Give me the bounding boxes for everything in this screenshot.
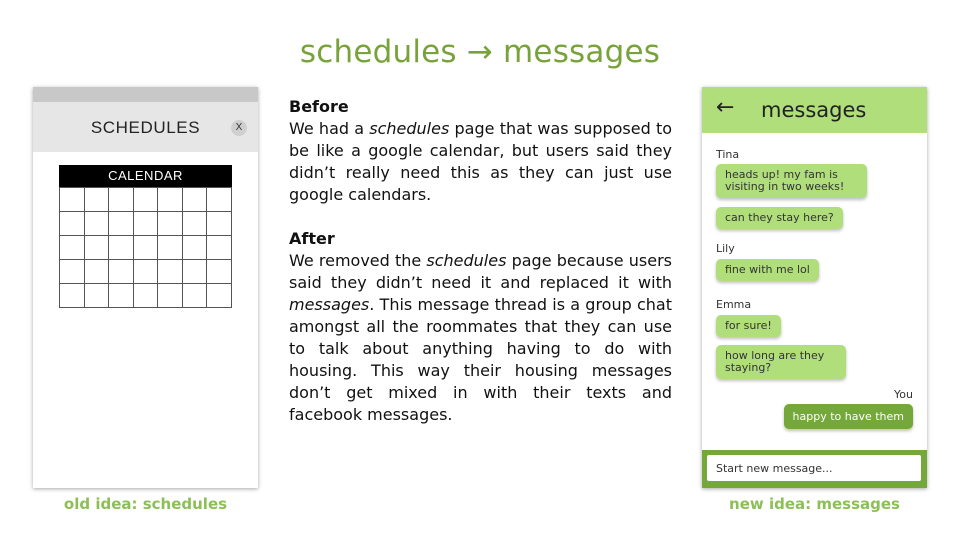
sender-name: Lily bbox=[716, 242, 735, 255]
message-bubble: fine with me lol bbox=[716, 259, 819, 281]
message-bubble: how long are they staying? bbox=[716, 345, 846, 379]
after-emphasis: messages bbox=[289, 295, 370, 314]
after-heading: After bbox=[289, 229, 335, 248]
calendar: CALENDAR bbox=[59, 165, 232, 308]
slide-title: schedules → messages bbox=[299, 34, 661, 70]
after-text: We removed the bbox=[289, 251, 427, 270]
own-message-bubble: happy to have them bbox=[783, 404, 913, 429]
before-paragraph: We had a schedules page that was suppose… bbox=[289, 118, 672, 206]
schedules-title: SCHEDULES bbox=[90, 118, 201, 137]
calendar-cell[interactable] bbox=[158, 284, 183, 308]
calendar-cell[interactable] bbox=[109, 236, 134, 260]
calendar-cell[interactable] bbox=[207, 284, 232, 308]
after-block: After We removed the schedules page beca… bbox=[289, 228, 672, 426]
messages-header: ← messages bbox=[702, 87, 927, 133]
calendar-cell[interactable] bbox=[207, 236, 232, 260]
calendar-cell[interactable] bbox=[207, 188, 232, 212]
calendar-cell[interactable] bbox=[60, 212, 85, 236]
old-idea-caption: old idea: schedules bbox=[63, 495, 228, 513]
calendar-cell[interactable] bbox=[207, 260, 232, 284]
calendar-cell[interactable] bbox=[133, 260, 159, 284]
calendar-cell[interactable] bbox=[60, 236, 85, 260]
calendar-cell[interactable] bbox=[133, 284, 159, 308]
calendar-cell[interactable] bbox=[60, 188, 85, 212]
after-text: . This message thread is a group chat am… bbox=[289, 295, 672, 424]
calendar-cell[interactable] bbox=[158, 188, 183, 212]
own-sender-name: You bbox=[894, 388, 913, 401]
calendar-cell[interactable] bbox=[182, 284, 208, 308]
before-emphasis: schedules bbox=[369, 119, 450, 138]
calendar-grid bbox=[59, 187, 232, 308]
calendar-cell[interactable] bbox=[84, 260, 110, 284]
schedules-header: SCHEDULES X bbox=[33, 102, 258, 152]
composer-bar bbox=[702, 450, 927, 488]
old-phone-mockup: SCHEDULES X CALENDAR bbox=[33, 87, 258, 488]
new-idea-caption: new idea: messages bbox=[729, 495, 900, 513]
before-heading: Before bbox=[289, 97, 349, 116]
calendar-cell[interactable] bbox=[158, 236, 183, 260]
calendar-cell[interactable] bbox=[60, 284, 85, 308]
calendar-cell[interactable] bbox=[133, 236, 159, 260]
calendar-title: CALENDAR bbox=[59, 165, 232, 187]
sender-name: Tina bbox=[716, 148, 740, 161]
calendar-cell[interactable] bbox=[84, 236, 110, 260]
calendar-cell[interactable] bbox=[109, 212, 134, 236]
message-bubble: heads up! my fam is visiting in two week… bbox=[716, 164, 867, 198]
calendar-cell[interactable] bbox=[158, 212, 183, 236]
close-icon[interactable]: X bbox=[231, 120, 247, 136]
new-message-input[interactable] bbox=[707, 455, 921, 481]
calendar-cell[interactable] bbox=[109, 260, 134, 284]
description-column: Before We had a schedules page that was … bbox=[289, 96, 672, 426]
calendar-cell[interactable] bbox=[60, 260, 85, 284]
calendar-cell[interactable] bbox=[84, 212, 110, 236]
calendar-cell[interactable] bbox=[84, 188, 110, 212]
calendar-cell[interactable] bbox=[182, 236, 208, 260]
calendar-cell[interactable] bbox=[109, 284, 134, 308]
calendar-cell[interactable] bbox=[207, 212, 232, 236]
calendar-cell[interactable] bbox=[133, 212, 159, 236]
messages-title: messages bbox=[761, 98, 867, 122]
calendar-cell[interactable] bbox=[158, 260, 183, 284]
calendar-cell[interactable] bbox=[182, 260, 208, 284]
calendar-cell[interactable] bbox=[182, 212, 208, 236]
calendar-cell[interactable] bbox=[109, 188, 134, 212]
calendar-cell[interactable] bbox=[182, 188, 208, 212]
back-arrow-icon[interactable]: ← bbox=[716, 95, 734, 120]
sender-name: Emma bbox=[716, 298, 752, 311]
after-paragraph: We removed the schedules page because us… bbox=[289, 250, 672, 426]
calendar-cell[interactable] bbox=[133, 188, 159, 212]
status-bar bbox=[33, 87, 258, 102]
before-text: We had a bbox=[289, 119, 370, 138]
message-bubble: can they stay here? bbox=[716, 207, 843, 229]
after-emphasis: schedules bbox=[426, 251, 507, 270]
calendar-cell[interactable] bbox=[84, 284, 110, 308]
new-phone-mockup: ← messages Tina heads up! my fam is visi… bbox=[702, 87, 927, 488]
message-bubble: for sure! bbox=[716, 315, 781, 337]
